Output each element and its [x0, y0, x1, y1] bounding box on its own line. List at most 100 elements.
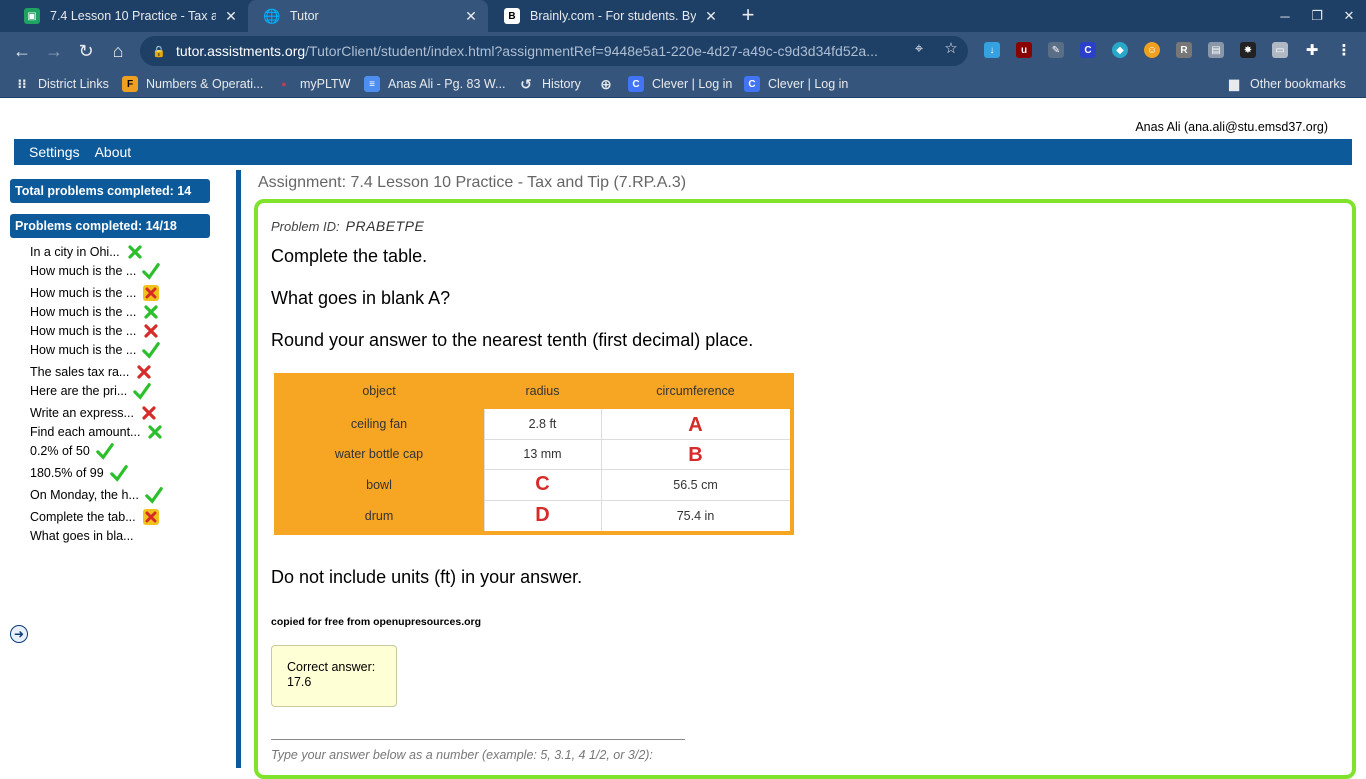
problem-label: How much is the ... [30, 286, 137, 300]
close-icon[interactable]: ✕ [222, 7, 240, 25]
wrong-x-icon [135, 363, 153, 381]
problems-completed-badge: Problems completed: 14/18 [10, 214, 210, 238]
problem-list-item[interactable]: Here are the pri... [30, 381, 152, 401]
table-header: circumference [656, 384, 735, 398]
units-note: Do not include units (ft) in your answer… [271, 567, 583, 587]
correct-answer-box: Correct answer: 17.6 [271, 645, 397, 707]
table-cell: 2.8 ft [528, 417, 557, 431]
problem-label: The sales tax ra... [30, 365, 130, 379]
tab-title: Tutor [290, 9, 319, 23]
problem-list-item[interactable]: On Monday, the h... [30, 485, 163, 505]
extension-c-icon[interactable]: C [1080, 42, 1096, 58]
problem-list-item[interactable]: What goes in bla... [30, 526, 134, 546]
globe-icon: ⊕ [600, 75, 612, 92]
close-window-icon[interactable]: ✕ [1332, 0, 1366, 32]
table-cell: 13 mm [523, 447, 562, 461]
table-header: radius [525, 384, 560, 398]
extension-bug-icon[interactable]: ✸ [1240, 42, 1256, 58]
table-cell: ceiling fan [350, 417, 408, 431]
problem-list-item[interactable]: The sales tax ra... [30, 362, 153, 382]
location-icon[interactable]: ⌖ [910, 39, 928, 57]
checkmark-icon [133, 382, 152, 400]
question-line: Complete the table. [271, 246, 428, 266]
settings-menu[interactable]: Settings [14, 144, 95, 160]
about-menu[interactable]: About [95, 144, 147, 160]
problem-list-item[interactable]: Find each amount... [30, 422, 164, 442]
problem-label: Complete the tab... [30, 510, 136, 524]
minimize-icon[interactable]: ─ [1268, 0, 1302, 32]
restore-icon[interactable]: ❐ [1300, 0, 1334, 32]
f-logo-icon: F [122, 76, 138, 92]
close-icon[interactable]: ✕ [702, 7, 720, 25]
bookmark-globe[interactable]: ⊕ [598, 75, 622, 93]
bookmark-numbers-operations[interactable]: F Numbers & Operati... [122, 75, 263, 93]
problem-list-item[interactable]: How much is the ... [30, 283, 160, 303]
bookmark-district-links[interactable]: ⁝⁝ District Links [14, 75, 108, 93]
extension-vpn-icon[interactable]: ◆ [1112, 42, 1128, 58]
close-icon[interactable]: ✕ [462, 7, 480, 25]
table-cell: 56.5 cm [673, 477, 718, 492]
problem-id: Problem ID: PRABETPE [271, 218, 425, 234]
problem-label: What goes in bla... [30, 529, 134, 543]
blank-a-label: A [688, 413, 703, 436]
bookmark-clever-1[interactable]: C Clever | Log in [628, 75, 732, 93]
table-header: object [362, 384, 396, 398]
problem-label: Find each amount... [30, 425, 141, 439]
table-cell: water bottle cap [334, 447, 424, 461]
correct-answer-value: 17.6 [287, 675, 312, 689]
problem-list-item[interactable]: Complete the tab... [30, 507, 160, 527]
extension-r-icon[interactable]: R [1176, 42, 1192, 58]
home-icon[interactable]: ⌂ [105, 38, 131, 64]
blank-b-label: B [688, 443, 703, 466]
problem-list-item[interactable]: How much is the ... [30, 321, 160, 341]
extension-cookie-icon[interactable]: ☺ [1144, 42, 1160, 58]
classroom-icon: ▣ [24, 8, 40, 24]
bookmark-history[interactable]: ↺ History [518, 75, 581, 93]
extension-pages-icon[interactable]: ▤ [1208, 42, 1224, 58]
extension-cast-icon[interactable]: ▭ [1272, 42, 1288, 58]
reload-icon[interactable]: ↻ [73, 38, 99, 64]
folder-icon: ▆ [1229, 76, 1239, 91]
problem-list-item[interactable]: In a city in Ohi... [30, 242, 144, 262]
problem-list-item[interactable]: 0.2% of 50 [30, 441, 114, 461]
forward-icon[interactable]: → [41, 38, 67, 64]
back-icon[interactable]: ← [9, 38, 35, 64]
bookmark-anas-doc[interactable]: ≡ Anas Ali - Pg. 83 W... [364, 75, 505, 93]
tab-strip: ▣ 7.4 Lesson 10 Practice - Tax and Tip (… [0, 0, 1366, 32]
checkmark-icon [145, 486, 163, 504]
address-bar[interactable]: 🔒 tutor.assistments.org/TutorClient/stud… [140, 36, 968, 66]
new-tab-button[interactable]: + [736, 4, 760, 28]
tab-tutor[interactable]: 🌐 Tutor ✕ [248, 0, 488, 32]
partial-x-icon [142, 303, 160, 321]
extension-tool-icon[interactable]: ✎ [1048, 42, 1064, 58]
other-bookmarks[interactable]: ▆ Other bookmarks [1226, 75, 1346, 93]
question-line: What goes in blank A? [271, 288, 451, 308]
bookmark-clever-2[interactable]: C Clever | Log in [744, 75, 848, 93]
globe-icon: 🌐 [263, 7, 281, 24]
table-cell: drum [364, 508, 394, 523]
extension-download-icon[interactable]: ↓ [984, 42, 1000, 58]
table-cell: bowl [366, 477, 392, 492]
problem-list-item[interactable]: Write an express... [30, 403, 158, 423]
problem-list-item[interactable]: 180.5% of 99 [30, 463, 128, 483]
browser-menu-icon[interactable]: ⋮ [1336, 42, 1352, 59]
hint-x-icon [142, 284, 160, 302]
problem-label: 180.5% of 99 [30, 466, 104, 480]
extension-ublock-icon[interactable]: u [1016, 42, 1032, 58]
browser-toolbar: ← → ↻ ⌂ 🔒 tutor.assistments.org/TutorCli… [0, 32, 1366, 70]
tab-brainly[interactable]: B Brainly.com - For students. By student… [488, 0, 728, 32]
problem-list-item[interactable]: How much is the ... [30, 261, 161, 281]
checkmark-icon [142, 341, 161, 359]
problem-list-item[interactable]: How much is the ... [30, 340, 161, 360]
checkmark-icon [95, 442, 114, 460]
sidebar-divider [236, 170, 241, 768]
wrong-x-icon [140, 404, 158, 422]
checkmark-icon [109, 464, 128, 482]
tab-lesson[interactable]: ▣ 7.4 Lesson 10 Practice - Tax and Tip (… [8, 0, 248, 32]
problem-list-item[interactable]: How much is the ... [30, 302, 160, 322]
user-info: Anas Ali (ana.ali@stu.emsd37.org) [1135, 120, 1328, 134]
extensions-puzzle-icon[interactable]: ✚ [1304, 42, 1320, 59]
url-text: tutor.assistments.org/TutorClient/studen… [176, 43, 878, 59]
star-icon[interactable]: ☆ [942, 39, 960, 57]
bookmark-mypltw[interactable]: ● myPLTW [276, 75, 350, 93]
